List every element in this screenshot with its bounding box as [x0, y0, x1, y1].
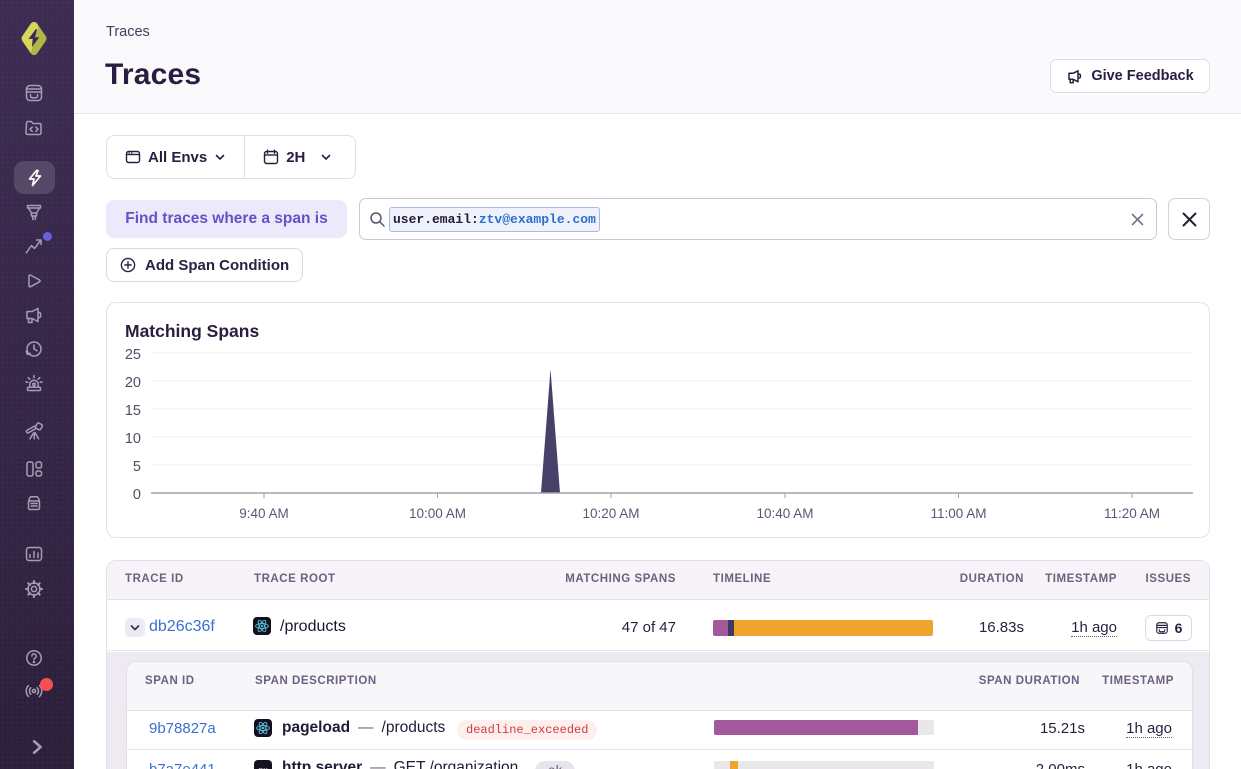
svg-text:nx: nx	[258, 765, 268, 769]
svg-text:20: 20	[125, 375, 141, 391]
svg-text:10:20 AM: 10:20 AM	[582, 506, 639, 521]
svg-text:15: 15	[125, 403, 141, 419]
svg-text:9:40 AM: 9:40 AM	[239, 506, 289, 521]
svg-text:11:20 AM: 11:20 AM	[1104, 506, 1160, 521]
svg-text:10:40 AM: 10:40 AM	[756, 506, 813, 521]
svg-text:10:00 AM: 10:00 AM	[409, 506, 466, 521]
svg-text:5: 5	[133, 459, 141, 475]
svg-text:0: 0	[133, 487, 141, 503]
svg-text:11:00 AM: 11:00 AM	[930, 506, 986, 521]
svg-text:25: 25	[125, 347, 141, 363]
svg-text:10: 10	[125, 431, 141, 447]
